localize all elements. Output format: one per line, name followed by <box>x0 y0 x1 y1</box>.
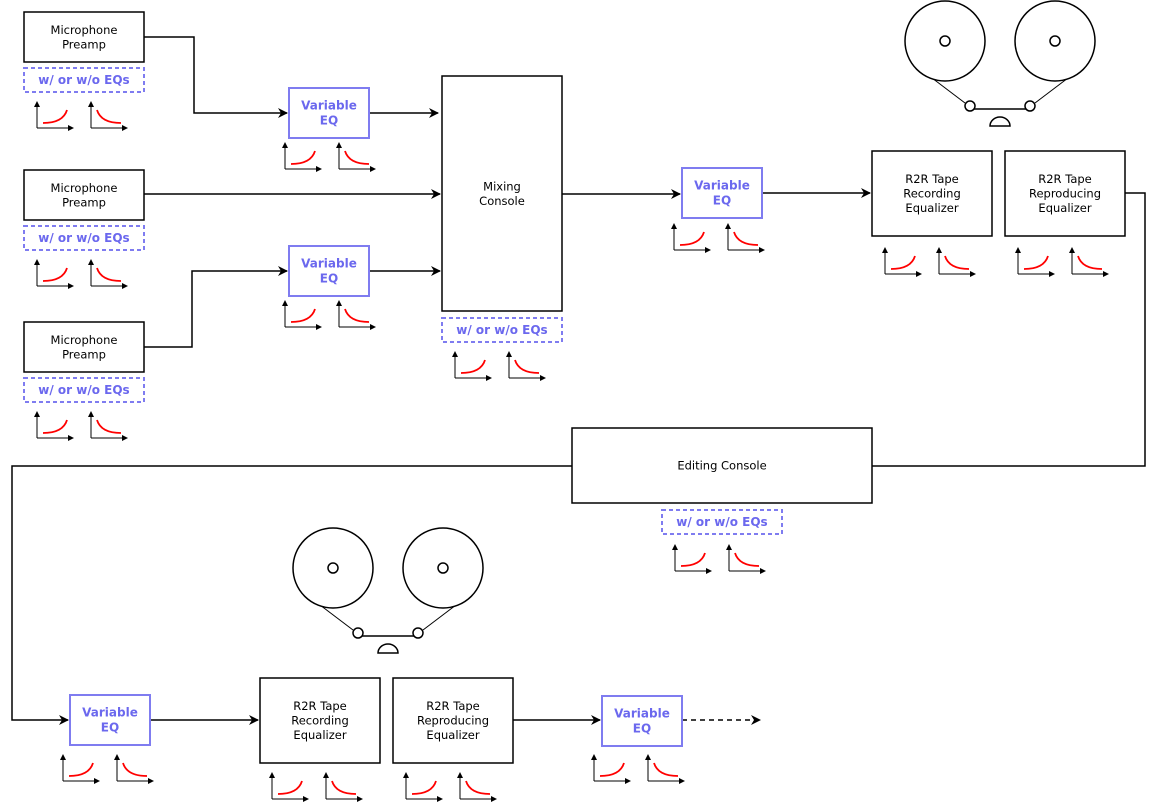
variable-eq-5-label: EQ <box>633 722 651 736</box>
rising-eq-curve-icon <box>672 544 712 574</box>
r2r-recording-equalizer-1-label: Equalizer <box>905 201 958 215</box>
rising-eq-curve-icon <box>882 247 922 277</box>
mic-preamp-1-label: Microphone <box>51 23 118 37</box>
r2r-reproducing-equalizer-2-label: Reproducing <box>417 714 489 728</box>
mic-preamp-1: MicrophonePreamp <box>23 11 145 63</box>
r2r-recording-equalizer-2-label: Equalizer <box>293 728 346 742</box>
falling-eq-curve-icon <box>88 259 128 289</box>
edge-mic3-eq2 <box>144 266 288 348</box>
rising-eq-curve-icon <box>671 223 711 253</box>
variable-eq-4-label: Variable <box>82 706 138 720</box>
connections <box>11 36 1146 725</box>
r2r-reproducing-equalizer-1-label: Reproducing <box>1029 187 1101 201</box>
r2r-reproducing-equalizer-2-label: Equalizer <box>426 728 479 742</box>
r2r-recording-equalizer-1-label: R2R Tape <box>905 172 959 186</box>
eq-option-tag-label: w/ or w/o EQs <box>38 231 129 245</box>
rising-eq-curve-icon <box>282 142 322 172</box>
rising-eq-curve-icon <box>34 259 74 289</box>
eq-option-tag-label: w/ or w/o EQs <box>456 323 547 337</box>
variable-eq-3-label: Variable <box>694 179 750 193</box>
r2r-recording-equalizer-2-label: Recording <box>291 714 349 728</box>
mic-preamp-2-label: Preamp <box>62 195 106 209</box>
rising-eq-curve-icon <box>34 101 74 131</box>
r2r-reproducing-equalizer-1-label: R2R Tape <box>1038 172 1092 186</box>
falling-eq-curve-icon <box>506 351 546 381</box>
eq-option-tag: w/ or w/o EQs <box>23 225 145 251</box>
r2r-reproducing-equalizer-2: R2R TapeReproducingEqualizer <box>392 677 514 764</box>
eq-option-tag-label: w/ or w/o EQs <box>38 383 129 397</box>
r2r-recording-equalizer-2: R2R TapeRecordingEqualizer <box>259 677 381 764</box>
falling-eq-curve-icon <box>336 142 376 172</box>
rising-eq-curve-icon <box>60 754 100 784</box>
variable-eq-1-label: EQ <box>320 114 338 128</box>
eq-option-tag: w/ or w/o EQs <box>23 67 145 93</box>
edge-mic1-eq1 <box>144 36 288 118</box>
editing-console: Editing Console <box>571 427 873 504</box>
falling-eq-curve-icon <box>645 754 685 784</box>
r2r-recording-equalizer-1-label: Recording <box>903 187 961 201</box>
variable-eq-1-label: Variable <box>301 99 357 113</box>
mixing-console-label: Console <box>479 194 525 208</box>
mic-preamp-2: MicrophonePreamp <box>23 169 145 221</box>
r2r-reproducing-equalizer-2-label: R2R Tape <box>426 699 480 713</box>
mic-preamp-1-label: Preamp <box>62 37 106 51</box>
r2r-recording-equalizer-2-label: R2R Tape <box>293 699 347 713</box>
rising-eq-curve-icon <box>1015 247 1055 277</box>
variable-eq-3: VariableEQ <box>681 167 763 219</box>
falling-eq-curve-icon <box>88 411 128 441</box>
variable-eq-2-label: Variable <box>301 257 357 271</box>
mic-preamp-3-label: Preamp <box>62 347 106 361</box>
eq-option-tag: w/ or w/o EQs <box>441 317 563 343</box>
tape-reel-icon <box>904 0 1096 127</box>
eq-option-tag-label: w/ or w/o EQs <box>676 515 767 529</box>
tape-reel-icon <box>292 527 484 654</box>
signal-chain-diagram: MicrophonePreampw/ or w/o EQsMicrophoneP… <box>11 0 1146 802</box>
variable-eq-4: VariableEQ <box>69 694 151 746</box>
falling-eq-curve-icon <box>323 772 363 802</box>
falling-eq-curve-icon <box>88 101 128 131</box>
rising-eq-curve-icon <box>403 772 443 802</box>
variable-eq-3-label: EQ <box>713 194 731 208</box>
falling-eq-curve-icon <box>936 247 976 277</box>
variable-eq-2-label: EQ <box>320 272 338 286</box>
mic-preamp-3-label: Microphone <box>51 333 118 347</box>
falling-eq-curve-icon <box>725 223 765 253</box>
eq-option-tag: w/ or w/o EQs <box>23 377 145 403</box>
variable-eq-5-label: Variable <box>614 707 670 721</box>
variable-eq-5: VariableEQ <box>601 695 683 747</box>
rising-eq-curve-icon <box>452 351 492 381</box>
falling-eq-curve-icon <box>336 300 376 330</box>
rising-eq-curve-icon <box>269 772 309 802</box>
mic-preamp-2-label: Microphone <box>51 181 118 195</box>
falling-eq-curve-icon <box>1069 247 1109 277</box>
variable-eq-1: VariableEQ <box>288 87 370 139</box>
eq-option-tag-label: w/ or w/o EQs <box>38 73 129 87</box>
r2r-reproducing-equalizer-1-label: Equalizer <box>1038 201 1091 215</box>
rising-eq-curve-icon <box>591 754 631 784</box>
r2r-reproducing-equalizer-1: R2R TapeReproducingEqualizer <box>1004 150 1126 237</box>
eq-option-tag: w/ or w/o EQs <box>661 509 783 535</box>
falling-eq-curve-icon <box>726 544 766 574</box>
falling-eq-curve-icon <box>114 754 154 784</box>
mic-preamp-3: MicrophonePreamp <box>23 321 145 373</box>
rising-eq-curve-icon <box>282 300 322 330</box>
falling-eq-curve-icon <box>457 772 497 802</box>
rising-eq-curve-icon <box>34 411 74 441</box>
mixing-console: MixingConsole <box>441 75 563 312</box>
variable-eq-2: VariableEQ <box>288 245 370 297</box>
variable-eq-4-label: EQ <box>101 721 119 735</box>
r2r-recording-equalizer-1: R2R TapeRecordingEqualizer <box>871 150 993 237</box>
mixing-console-label: Mixing <box>483 179 521 193</box>
editing-console-label: Editing Console <box>677 459 766 473</box>
